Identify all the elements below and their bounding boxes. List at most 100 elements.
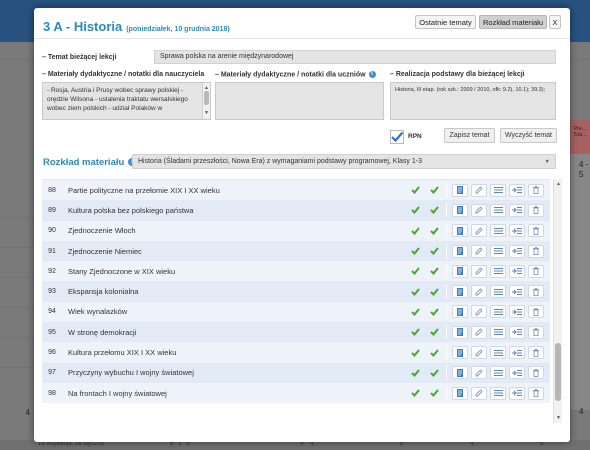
- scroll-thumb[interactable]: [555, 343, 561, 401]
- edit-document-icon[interactable]: [452, 325, 468, 339]
- topic-name[interactable]: Kultura przełomu XIX I XX wieku: [58, 348, 406, 357]
- topic-name[interactable]: W stronę demokracji: [58, 328, 406, 337]
- schedule-label: Rozkład materiału i: [43, 157, 136, 168]
- move-topic-icon[interactable]: [509, 285, 525, 299]
- trash-icon[interactable]: [528, 183, 544, 197]
- pencil-icon[interactable]: [471, 386, 487, 400]
- list-icon[interactable]: [490, 203, 506, 217]
- info-icon[interactable]: i: [368, 71, 376, 78]
- pencil-icon[interactable]: [471, 285, 487, 299]
- scroll-up-icon[interactable]: ▲: [556, 181, 561, 187]
- close-button[interactable]: X: [549, 15, 561, 29]
- scroll-down-icon[interactable]: ▼: [204, 109, 209, 118]
- recent-topics-button[interactable]: Ostatnie tematy: [415, 15, 476, 29]
- topic-row[interactable]: 89 Kultura polska bez polskiego państwa: [42, 200, 550, 221]
- pencil-icon[interactable]: [471, 305, 487, 319]
- pencil-icon[interactable]: [471, 203, 487, 217]
- topic-row[interactable]: 98 Na frontach I wojny światowej: [42, 382, 550, 404]
- edit-document-icon[interactable]: [452, 224, 468, 238]
- topic-name[interactable]: Kultura polska bez polskiego państwa: [58, 206, 406, 215]
- topic-name[interactable]: Ekspansja kolonialna: [58, 287, 406, 296]
- topic-row[interactable]: 91 Zjednoczenie Niemiec: [42, 240, 550, 262]
- move-topic-icon[interactable]: [509, 305, 525, 319]
- topic-row[interactable]: 95 W stronę demokracji: [42, 322, 550, 343]
- pencil-icon[interactable]: [471, 264, 487, 278]
- topic-name[interactable]: Przyczyny wybuchu I wojny światowej: [58, 368, 406, 377]
- topic-name[interactable]: Na frontach I wojny światowej: [58, 389, 406, 398]
- pencil-icon[interactable]: [471, 244, 487, 258]
- topic-row[interactable]: 92 Stany Zjednoczone w XIX wieku: [42, 261, 550, 282]
- list-icon[interactable]: [490, 366, 506, 380]
- topic-row[interactable]: 88 Partie polityczne na przełomie XIX I X…: [42, 180, 550, 201]
- move-topic-icon[interactable]: [509, 203, 525, 217]
- list-icon[interactable]: [490, 244, 506, 258]
- edit-document-icon[interactable]: [452, 305, 468, 319]
- move-topic-icon[interactable]: [509, 346, 525, 360]
- pencil-icon[interactable]: [471, 325, 487, 339]
- edit-document-icon[interactable]: [452, 264, 468, 278]
- move-topic-icon[interactable]: [509, 264, 525, 278]
- column-divider: [446, 304, 447, 319]
- core-curriculum-textarea[interactable]: Historia, III etap. (rok szk.: 2009 / 20…: [390, 82, 556, 120]
- trash-icon[interactable]: [528, 285, 544, 299]
- topic-row[interactable]: 93 Ekspansja kolonialna: [42, 281, 550, 302]
- scroll-thumb[interactable]: [204, 91, 209, 105]
- list-icon[interactable]: [490, 386, 506, 400]
- trash-icon[interactable]: [528, 203, 544, 217]
- topic-name[interactable]: Zjednoczenie Włoch: [58, 226, 406, 235]
- trash-icon[interactable]: [528, 386, 544, 400]
- topic-name[interactable]: Partie polityczne na przełomie XIX I XX …: [58, 186, 406, 195]
- edit-document-icon[interactable]: [452, 203, 468, 217]
- move-topic-icon[interactable]: [509, 244, 525, 258]
- list-icon[interactable]: [490, 325, 506, 339]
- trash-icon[interactable]: [528, 366, 544, 380]
- topic-number: 98: [48, 389, 56, 397]
- pencil-icon[interactable]: [471, 366, 487, 380]
- topic-input[interactable]: Sprawa polska na arenie międzynarodowej: [154, 50, 556, 64]
- trash-icon[interactable]: [528, 325, 544, 339]
- schedule-button[interactable]: Rozkład materiału: [479, 15, 547, 29]
- scroll-down-icon[interactable]: ▼: [556, 415, 561, 421]
- pencil-icon[interactable]: [471, 346, 487, 360]
- topic-number: 92: [48, 267, 56, 275]
- pencil-icon[interactable]: [471, 183, 487, 197]
- list-icon[interactable]: [490, 183, 506, 197]
- move-topic-icon[interactable]: [509, 183, 525, 197]
- textarea-scrollbar[interactable]: ▲ ▼: [202, 83, 210, 119]
- trash-icon[interactable]: [528, 346, 544, 360]
- topic-row[interactable]: 94 Wiek wynalazków: [42, 301, 550, 323]
- list-icon[interactable]: [490, 285, 506, 299]
- edit-document-icon[interactable]: [452, 346, 468, 360]
- rpn-checkbox[interactable]: [390, 130, 404, 144]
- list-icon[interactable]: [490, 224, 506, 238]
- clear-topic-button[interactable]: Wyczyść temat: [500, 128, 557, 143]
- move-topic-icon[interactable]: [509, 386, 525, 400]
- list-icon[interactable]: [490, 346, 506, 360]
- edit-document-icon[interactable]: [452, 244, 468, 258]
- edit-document-icon[interactable]: [452, 386, 468, 400]
- move-topic-icon[interactable]: [509, 325, 525, 339]
- topic-row[interactable]: 97 Przyczyny wybuchu I wojny światowej: [42, 362, 550, 383]
- edit-document-icon[interactable]: [452, 366, 468, 380]
- topic-name[interactable]: Wiek wynalazków: [58, 307, 406, 316]
- pencil-icon[interactable]: [471, 224, 487, 238]
- table-scrollbar[interactable]: ▲ ▼: [553, 179, 562, 423]
- topic-name[interactable]: Stany Zjednoczone w XIX wieku: [58, 267, 406, 276]
- trash-icon[interactable]: [528, 305, 544, 319]
- trash-icon[interactable]: [528, 244, 544, 258]
- edit-document-icon[interactable]: [452, 285, 468, 299]
- topic-row[interactable]: 90 Zjednoczenie Włoch: [42, 220, 550, 241]
- teacher-notes-textarea[interactable]: - Rosja, Austria i Prusy wobec sprawy po…: [42, 82, 211, 120]
- students-notes-textarea[interactable]: [215, 82, 384, 120]
- save-topic-button[interactable]: Zapisz temat: [444, 128, 495, 143]
- topic-name[interactable]: Zjednoczenie Niemiec: [58, 247, 406, 256]
- topic-row[interactable]: 96 Kultura przełomu XIX I XX wieku: [42, 342, 550, 363]
- list-icon[interactable]: [490, 305, 506, 319]
- list-icon[interactable]: [490, 264, 506, 278]
- move-topic-icon[interactable]: [509, 366, 525, 380]
- trash-icon[interactable]: [528, 224, 544, 238]
- move-topic-icon[interactable]: [509, 224, 525, 238]
- trash-icon[interactable]: [528, 264, 544, 278]
- schedule-select[interactable]: Historia (Śladami przeszłości, Nowa Era)…: [132, 154, 556, 169]
- edit-document-icon[interactable]: [452, 183, 468, 197]
